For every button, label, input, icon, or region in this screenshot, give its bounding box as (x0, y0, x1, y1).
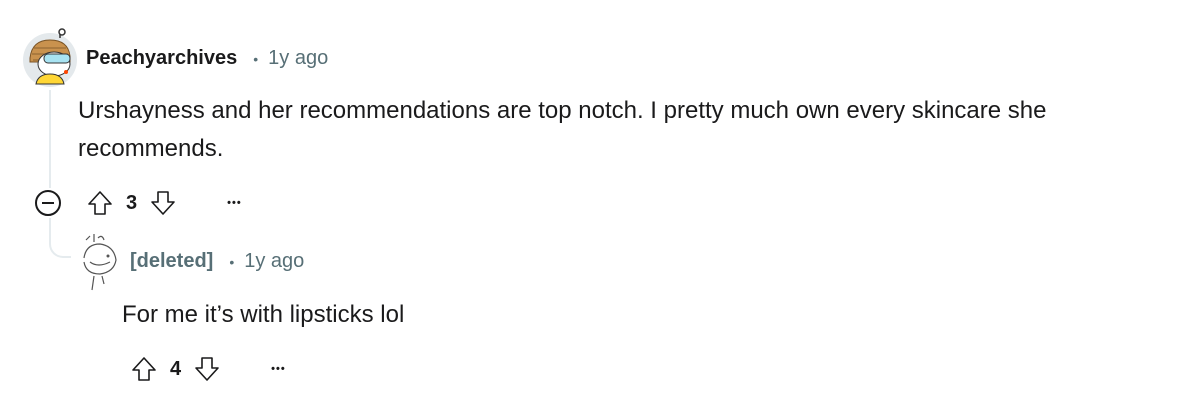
meta-separator: • (229, 253, 235, 270)
upvote-arrow-icon (132, 357, 156, 381)
collapse-thread-button[interactable] (35, 190, 61, 216)
reply-body: For me it’s with lipsticks lol (122, 296, 1122, 334)
more-options-button[interactable]: ••• (227, 198, 242, 209)
comment-text: Urshayness and her recommendations are t… (78, 97, 1047, 162)
downvote-arrow-icon (151, 191, 175, 215)
reply-timestamp[interactable]: 1y ago (244, 250, 304, 273)
thread-line-reply-connector (49, 218, 71, 258)
downvote-arrow-icon (195, 357, 219, 381)
thread-line-main (49, 90, 51, 188)
upvote-button[interactable] (130, 355, 158, 383)
comment-actions: 3 ••• (86, 189, 242, 217)
reply-actions: 4 ••• (130, 355, 286, 383)
reply-header: [deleted] • 1y ago (130, 250, 304, 273)
reply-text: For me it’s with lipsticks lol (122, 301, 405, 328)
deleted-user-avatar (76, 232, 122, 292)
comment-body: Urshayness and her recommendations are t… (78, 92, 1178, 168)
comment-timestamp[interactable]: 1y ago (268, 47, 328, 70)
upvote-arrow-icon (88, 191, 112, 215)
downvote-button[interactable] (193, 355, 221, 383)
more-options-button[interactable]: ••• (271, 364, 286, 375)
meta-separator: • (253, 50, 259, 67)
vote-score: 4 (170, 357, 182, 380)
comment-header: Peachyarchives • 1y ago (86, 47, 328, 70)
snoo-avatar-icon (23, 28, 77, 87)
deleted-user-avatar-icon (83, 234, 117, 291)
downvote-button[interactable] (149, 189, 177, 217)
user-avatar[interactable] (20, 28, 80, 88)
collapse-icon (35, 190, 61, 216)
username-link[interactable]: Peachyarchives (86, 47, 237, 70)
upvote-button[interactable] (86, 189, 114, 217)
vote-score: 3 (126, 191, 138, 214)
deleted-username: [deleted] (130, 250, 214, 272)
